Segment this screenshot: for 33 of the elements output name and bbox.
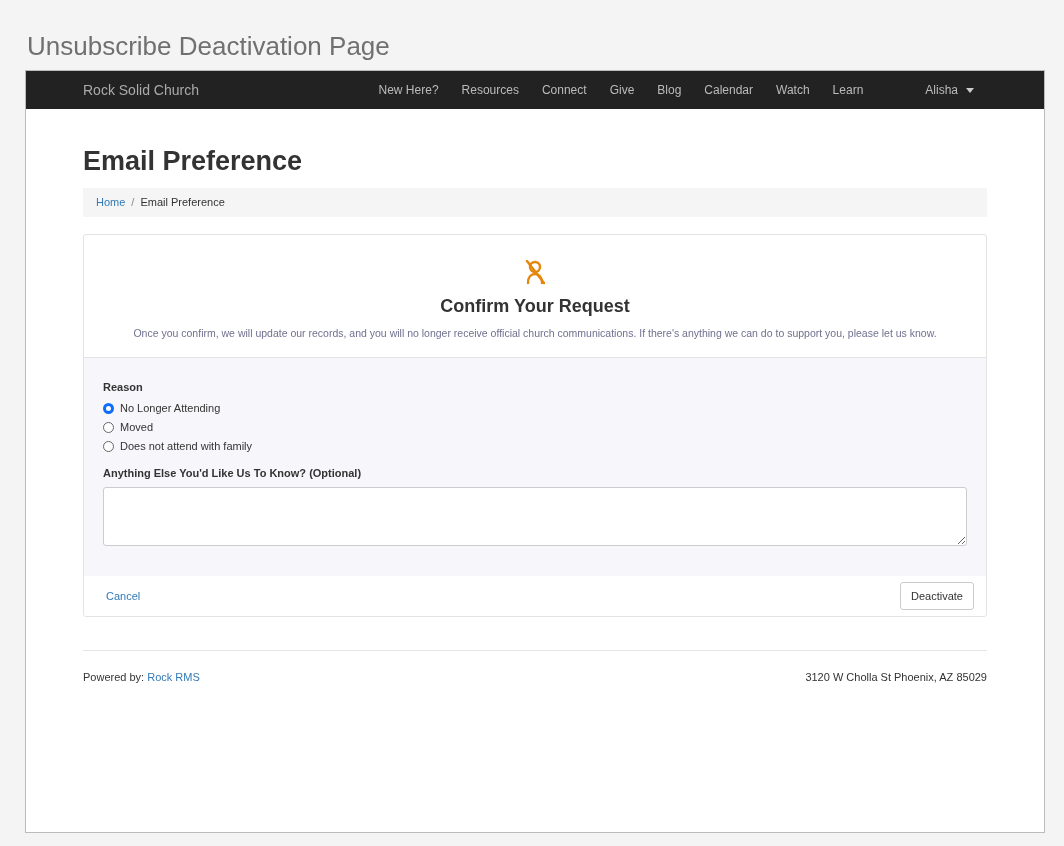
nav-link[interactable]: Give	[609, 81, 635, 99]
radio-label: Does not attend with family	[120, 439, 253, 454]
brand-name[interactable]: Rock Solid Church	[83, 79, 199, 101]
radio-button[interactable]	[103, 440, 114, 452]
breadcrumb-current: Email Preference	[140, 194, 225, 210]
nav-link[interactable]: New Here?	[378, 81, 439, 99]
comments-label: Anything Else You'd Like Us To Know? (Optional)	[103, 465, 363, 481]
nav-link[interactable]: Calendar	[704, 81, 754, 99]
nav-link[interactable]: Connect	[541, 81, 587, 99]
radio-label: Moved	[120, 420, 154, 435]
footer-credit: Powered by: Rock RMS	[83, 670, 200, 686]
card-title: Confirm Your Request	[440, 294, 630, 318]
nav-link[interactable]: Watch	[776, 81, 810, 99]
nav-link[interactable]: Learn	[832, 81, 864, 99]
person-slash-icon	[525, 258, 545, 285]
nav-link[interactable]: Blog	[657, 81, 682, 99]
radio-button[interactable]	[103, 421, 114, 433]
comments-field[interactable]	[103, 487, 967, 547]
user-menu[interactable]: Alisha	[925, 81, 974, 99]
radio-label: No Longer Attending	[120, 401, 221, 416]
nav-link[interactable]: Resources	[461, 81, 519, 99]
deactivate-button[interactable]: Deactivate	[900, 582, 974, 611]
caret-icon	[966, 87, 974, 93]
breadcrumb-separator: /	[131, 194, 135, 210]
page-title: Unsubscribe Deactivation Page	[27, 30, 391, 63]
page-heading: Email Preference	[83, 145, 304, 178]
footer-address: 3120 W Cholla St Phoenix, AZ 85029	[805, 670, 987, 686]
card-message: Once you confirm, we will update our records, and you will no longer receive official church communications. If there's anything we can do to support you, please let us know.	[133, 325, 937, 341]
footer-link[interactable]: Rock RMS	[147, 671, 200, 684]
reason-label: Reason	[103, 380, 144, 396]
cancel-link[interactable]: Cancel	[106, 588, 141, 605]
breadcrumb-link[interactable]: Home	[96, 193, 126, 211]
radio-button[interactable]	[103, 402, 114, 414]
